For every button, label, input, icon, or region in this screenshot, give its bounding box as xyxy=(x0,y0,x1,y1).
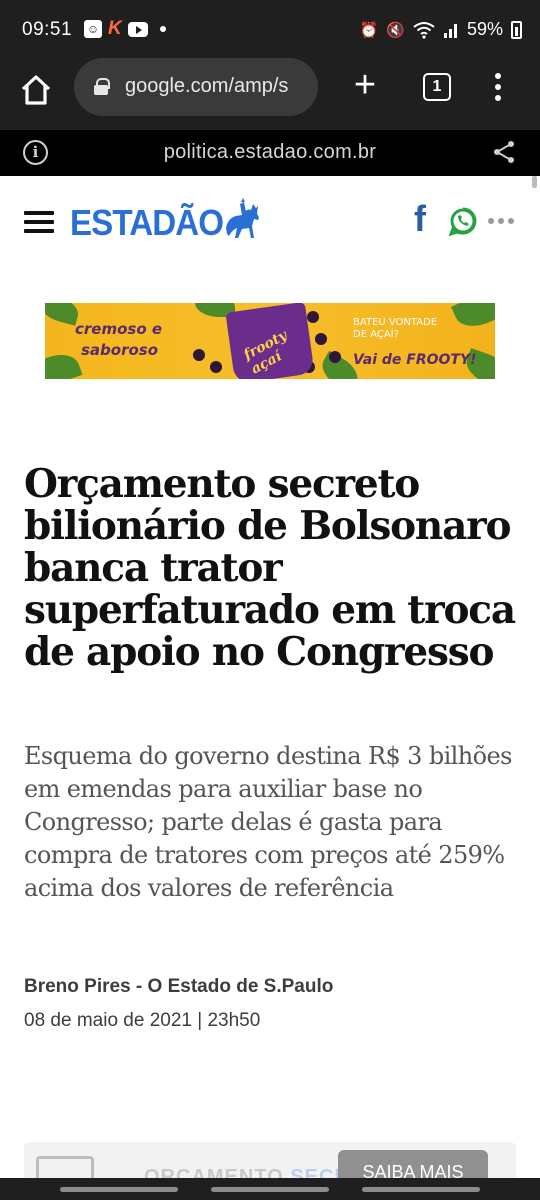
article-byline: Breno Pires - O Estado de S.Paulo xyxy=(24,976,334,997)
battery-percent: 59% xyxy=(466,19,503,39)
alarm-icon: ⏰ xyxy=(359,21,379,39)
horse-rider-logo-icon[interactable] xyxy=(220,198,264,244)
scrollbar[interactable] xyxy=(532,176,537,188)
home-gesture-button[interactable] xyxy=(211,1187,329,1192)
ad-product-cup: frooty açaí xyxy=(225,303,315,379)
info-icon[interactable]: i xyxy=(23,140,48,165)
whatsapp-icon[interactable] xyxy=(448,206,478,236)
estadao-logo[interactable]: ESTADÃO xyxy=(70,202,224,244)
ad-cta-text: Vai de FROOTY! xyxy=(353,352,477,368)
site-header: ESTADÃO f xyxy=(0,176,540,266)
youtube-icon xyxy=(127,21,148,37)
url-text[interactable]: google.com/amp/s xyxy=(125,75,315,98)
ad-right-text: BATEU VONTADE DE AÇAÍ? xyxy=(353,317,438,340)
signal-icon xyxy=(443,23,457,38)
notification-icons: ☺ K xyxy=(84,18,166,39)
amp-viewer-header: politica.estadao.com.br i xyxy=(0,130,540,176)
new-tab-button[interactable]: + xyxy=(348,66,382,104)
ad-left-text: cremoso e saboroso xyxy=(75,320,163,359)
battery-icon xyxy=(511,20,522,39)
dot-icon xyxy=(159,26,166,32)
share-icon[interactable] xyxy=(492,140,516,164)
facebook-icon[interactable]: f xyxy=(414,201,434,237)
more-options-icon[interactable] xyxy=(488,218,518,226)
hamburger-menu-icon[interactable] xyxy=(24,211,54,233)
browser-menu-button[interactable] xyxy=(488,70,508,104)
lock-icon[interactable] xyxy=(94,78,110,95)
article-subtitle: Esquema do governo destina R$ 3 bilhões … xyxy=(24,742,512,902)
mute-icon: 🔇 xyxy=(386,21,405,39)
ad-banner[interactable]: cremoso e saboroso frooty açaí BATEU VON… xyxy=(45,303,495,379)
recent-apps-button[interactable] xyxy=(60,1187,178,1192)
smiley-notification-icon: ☺ xyxy=(84,20,102,38)
status-time: 09:51 xyxy=(22,19,73,40)
back-button[interactable] xyxy=(362,1187,480,1192)
status-bar: 09:51 ☺ K ⏰ 🔇 59% xyxy=(0,0,540,58)
wifi-icon xyxy=(413,21,435,39)
home-button[interactable] xyxy=(18,72,54,108)
browser-toolbar: google.com/amp/s + 1 xyxy=(0,58,540,130)
system-status-icons: ⏰ 🔇 59% xyxy=(360,19,522,40)
article-date: 08 de maio de 2021 | 23h50 xyxy=(24,1010,261,1031)
amp-domain[interactable]: politica.estadao.com.br xyxy=(0,141,540,164)
k-app-icon: K xyxy=(108,18,122,39)
url-bar[interactable]: google.com/amp/s xyxy=(74,58,318,116)
article-headline: Orçamento secreto bilionário de Bolsonar… xyxy=(24,461,516,675)
tab-switcher-button[interactable]: 1 xyxy=(423,73,451,101)
system-navigation-bar xyxy=(0,1178,540,1200)
